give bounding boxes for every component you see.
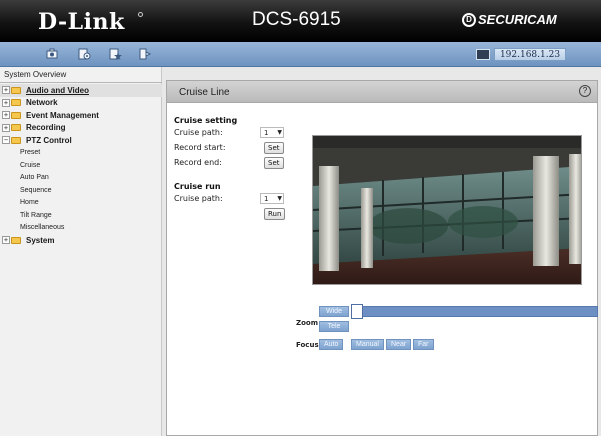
run-path-row: Cruise path: 1: [174, 191, 290, 206]
main-area: Cruise Line ? Cruise setting Cruise path…: [162, 67, 601, 436]
live-video-view[interactable]: [312, 135, 582, 285]
brand-logo: D-Link: [38, 9, 125, 35]
run-button[interactable]: Run: [264, 208, 286, 220]
sidebar-item-label: Audio and Video: [26, 85, 89, 95]
sidebar-subitem-home[interactable]: Home: [0, 197, 162, 210]
folder-icon: [11, 99, 21, 107]
focus-label: Focus: [296, 341, 319, 349]
expand-icon[interactable]: +: [2, 111, 10, 120]
monitor-icon: [476, 49, 490, 60]
sidebar-item-label: Recording: [26, 123, 66, 133]
help-icon[interactable]: ?: [579, 85, 591, 97]
sidebar-item-label: Event Management: [26, 110, 99, 120]
sidebar-subitem-sequence[interactable]: Sequence: [0, 184, 162, 197]
cruise-line-panel: Cruise Line ? Cruise setting Cruise path…: [166, 80, 598, 436]
sidebar-item-network[interactable]: + Network: [0, 97, 162, 110]
sidebar-item-audio-and-video[interactable]: + Audio and Video: [0, 84, 162, 97]
cruise-path-row: Cruise path: 1: [174, 125, 290, 140]
cruise-path-label: Cruise path:: [174, 128, 223, 137]
run-row: Run: [174, 206, 290, 221]
star-page-icon[interactable]: [108, 48, 122, 60]
securicam-text: SECURICAM: [478, 12, 557, 27]
sidebar-item-event-management[interactable]: + Event Management: [0, 109, 162, 122]
header-bar: D-Link DCS-6915 D SECURICAM: [0, 0, 601, 42]
securicam-badge-icon: D: [462, 12, 476, 27]
registered-mark-icon: [138, 12, 143, 17]
sidebar: System Overview + Audio and Video + Netw…: [0, 67, 162, 436]
panel-header: Cruise Line ?: [167, 81, 597, 103]
cruise-setting-title: Cruise setting: [174, 116, 238, 125]
page-title: Cruise Line: [179, 87, 230, 98]
cruise-form: Cruise setting Cruise path: 1 Record sta…: [174, 116, 290, 221]
sidebar-item-label: PTZ Control: [26, 135, 72, 145]
folder-open-icon: [11, 136, 21, 144]
record-end-set-button[interactable]: Set: [264, 157, 284, 169]
sidebar-subitem-miscellaneous[interactable]: Miscellaneous: [0, 222, 162, 235]
camera-icon[interactable]: [45, 48, 59, 60]
sidebar-subitem-cruise[interactable]: Cruise: [0, 159, 162, 172]
model-name: DCS-6915: [252, 9, 341, 30]
record-end-label: Record end:: [174, 158, 222, 167]
run-path-label: Cruise path:: [174, 194, 223, 203]
expand-icon[interactable]: +: [2, 86, 10, 95]
record-start-set-button[interactable]: Set: [264, 142, 284, 154]
focus-auto-button[interactable]: Auto: [319, 339, 344, 350]
focus-near-button[interactable]: Near: [386, 339, 412, 350]
collapse-icon[interactable]: −: [2, 136, 10, 145]
securicam-logo: D SECURICAM: [462, 12, 557, 27]
folder-icon: [11, 124, 21, 132]
sidebar-subitem-auto-pan[interactable]: Auto Pan: [0, 172, 162, 185]
cruise-path-select[interactable]: 1: [260, 127, 284, 138]
cruise-run-title: Cruise run: [174, 182, 221, 191]
sidebar-item-system[interactable]: + System: [0, 234, 162, 247]
sidebar-item-label: System: [26, 235, 55, 245]
sidebar-subitem-tilt-range[interactable]: Tilt Range: [0, 209, 162, 222]
run-path-select[interactable]: 1: [260, 193, 284, 204]
sidebar-item-ptz-control[interactable]: − PTZ Control: [0, 134, 162, 147]
nav-tree: + Audio and Video + Network + Event Mana…: [0, 84, 162, 247]
zoom-slider-track[interactable]: [355, 306, 598, 317]
record-start-label: Record start:: [174, 143, 226, 152]
sidebar-item-recording[interactable]: + Recording: [0, 122, 162, 135]
zoom-label: Zoom: [296, 319, 318, 327]
exit-icon[interactable]: [138, 48, 152, 60]
focus-far-button[interactable]: Far: [413, 339, 434, 350]
sidebar-divider: [0, 82, 162, 83]
sidebar-item-label: Network: [26, 98, 58, 108]
expand-icon[interactable]: +: [2, 123, 10, 132]
zoom-tele-button[interactable]: Tele: [319, 321, 349, 332]
record-start-row: Record start: Set: [174, 140, 290, 155]
folder-icon: [11, 111, 21, 119]
sidebar-subitem-preset[interactable]: Preset: [0, 147, 162, 160]
focus-manual-button[interactable]: Manual: [351, 339, 384, 350]
folder-icon: [11, 86, 21, 94]
zoom-slider-thumb[interactable]: [351, 304, 363, 319]
record-end-row: Record end: Set: [174, 155, 290, 170]
system-overview-link[interactable]: System Overview: [4, 70, 66, 79]
zoom-wide-button[interactable]: Wide: [319, 306, 349, 317]
folder-icon: [11, 236, 21, 244]
expand-icon[interactable]: +: [2, 236, 10, 245]
ip-address-display: 192.168.1.23: [476, 48, 566, 61]
ip-address-text: 192.168.1.23: [494, 48, 566, 61]
toolbar: 192.168.1.23: [0, 42, 601, 67]
settings-doc-icon[interactable]: [77, 48, 91, 60]
expand-icon[interactable]: +: [2, 98, 10, 107]
